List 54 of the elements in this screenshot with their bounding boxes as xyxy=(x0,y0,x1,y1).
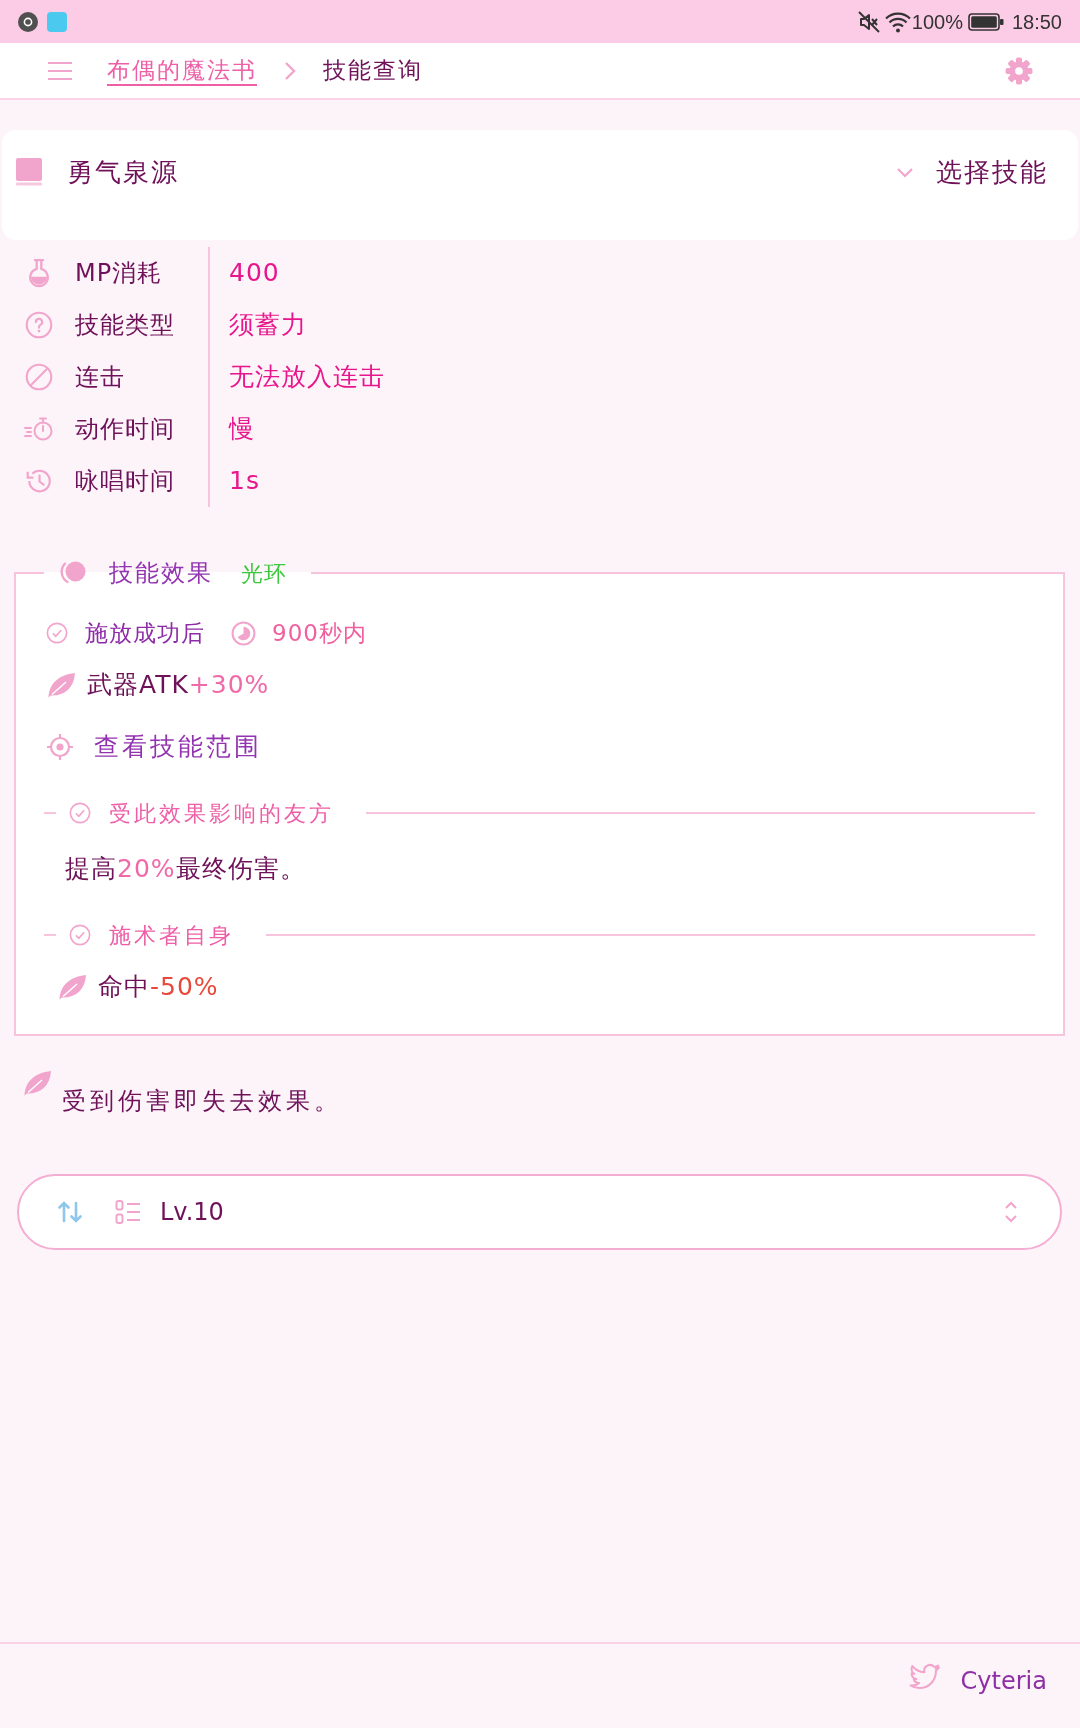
leaf-icon xyxy=(22,1069,52,1097)
select-skill-button[interactable]: 选择技能 xyxy=(896,152,1048,192)
property-label: 技能类型 xyxy=(75,310,175,341)
menu-icon[interactable] xyxy=(47,60,73,81)
check-circle-icon xyxy=(46,622,68,644)
flask-icon xyxy=(27,258,51,288)
group-title: 施术者自身 xyxy=(109,921,234,950)
bird-icon[interactable] xyxy=(908,1663,941,1691)
note-text: 受到伤害即失去效果。 xyxy=(62,1086,342,1117)
mute-icon xyxy=(856,9,881,34)
leaf-icon xyxy=(46,671,76,699)
wifi-icon xyxy=(884,10,911,33)
property-value: 1s xyxy=(229,465,260,498)
check-circle-icon xyxy=(69,924,91,946)
check-circle-icon xyxy=(69,802,91,824)
history-clock-icon xyxy=(24,467,54,495)
effect-type-label: 光环 xyxy=(241,559,287,588)
view-range-button[interactable]: 查看技能范围 xyxy=(46,728,262,766)
status-time: 18:50 xyxy=(1011,9,1062,35)
property-label: 咏唱时间 xyxy=(75,466,175,497)
trigger-text: 施放成功后 xyxy=(85,618,205,648)
tile-app-icon[interactable] xyxy=(47,11,67,32)
effect-title: 技能效果 xyxy=(109,558,213,589)
author-link[interactable]: Cyteria xyxy=(960,1663,1047,1699)
property-value: 须蓄力 xyxy=(229,309,307,342)
leaf-icon xyxy=(57,973,87,1001)
breadcrumb-current: 技能查询 xyxy=(323,56,423,86)
up-down-chevron-icon xyxy=(1004,1199,1018,1225)
timer-icon xyxy=(231,620,256,646)
round-app-icon[interactable] xyxy=(18,11,38,32)
sort-arrows-icon xyxy=(57,1200,83,1224)
property-label: 连击 xyxy=(75,362,125,393)
battery-percent: 100% xyxy=(911,9,963,35)
chevron-down-icon xyxy=(896,166,914,178)
book-icon xyxy=(16,158,42,186)
skill-name: 勇气泉源 xyxy=(67,155,179,189)
property-label: MP消耗 xyxy=(75,258,163,289)
level-select[interactable]: Lv.10 xyxy=(17,1174,1062,1250)
stat-text: 武器ATK+30% xyxy=(87,669,270,702)
property-label: 动作时间 xyxy=(75,414,175,445)
property-value: 无法放入连击 xyxy=(229,361,385,394)
battery-icon xyxy=(967,12,1004,31)
target-icon xyxy=(46,733,74,761)
prohibited-icon xyxy=(25,363,53,391)
group-title: 受此效果影响的友方 xyxy=(109,799,334,828)
question-circle-icon xyxy=(25,311,53,339)
property-value: 400 xyxy=(229,257,280,290)
effect-description: 提高20%最终伤害。 xyxy=(65,853,306,886)
stopwatch-icon xyxy=(24,416,54,442)
duration-text: 900秒内 xyxy=(272,618,367,648)
numbered-list-icon xyxy=(115,1199,141,1225)
stat-text: 命中-50% xyxy=(98,971,219,1004)
chevron-right-icon xyxy=(284,60,296,81)
property-value: 慢 xyxy=(229,413,255,446)
